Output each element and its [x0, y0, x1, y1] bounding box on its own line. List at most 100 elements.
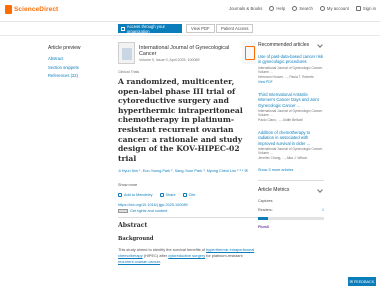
recommended-article-authors: Hermann Hoover, ..., Paula T. Roberts — [258, 74, 314, 79]
access-label: Access through your organization — [126, 23, 165, 34]
plumx-logo: PlumX — [258, 224, 270, 229]
captures-label: Captures — [258, 198, 273, 203]
add-to-mendeley-button[interactable]: Add to Mendeley — [118, 193, 153, 197]
recommended-article: Third International Aristotle Women's Ca… — [258, 92, 324, 122]
abstract-text-2: (HIPEC) after — [142, 252, 169, 258]
sign-in-link[interactable]: Sign in — [355, 6, 376, 11]
search-link[interactable]: Search — [292, 6, 313, 11]
share-icon — [159, 193, 164, 197]
readers-bar — [258, 216, 324, 220]
share-button[interactable]: Share — [159, 193, 176, 197]
journal-name-link[interactable]: International Journal of Gynecological C… — [139, 45, 238, 57]
outline-link-abstract[interactable]: Abstract — [48, 56, 108, 61]
recommended-article-journal: International Journal of Gynecologic Can… — [258, 147, 323, 156]
readers-bar-fill — [258, 216, 268, 220]
patient-access-label: Patient Access — [221, 26, 249, 31]
cite-button[interactable]: Cite — [182, 193, 196, 197]
article-outline-sidebar: Article preview Abstract Section snippet… — [48, 45, 108, 82]
article-metrics-header[interactable]: Article Metrics — [258, 187, 324, 193]
sidebar-title: Article preview — [48, 45, 81, 51]
right-divider — [258, 180, 324, 181]
journals-books-link[interactable]: Journals & Books — [229, 6, 262, 11]
feedback-label: FEEDBACK — [353, 279, 375, 284]
journal-header: International Journal of Gynecological C… — [118, 42, 256, 66]
abstract-text-4: . — [159, 258, 162, 264]
feedback-button[interactable]: ✉ FEEDBACK — [348, 277, 376, 286]
quote-icon — [182, 193, 187, 197]
recommended-article-journal: International Journal of Gynecologic Can… — [258, 65, 323, 74]
plumx-row[interactable]: PlumX — [258, 225, 324, 229]
cite-label: Cite — [188, 193, 196, 197]
patient-access-button[interactable]: Patient Access — [216, 24, 254, 33]
doi-link[interactable]: https://doi.org/10.1016/j.ijgc.2025.1000… — [118, 203, 188, 207]
view-pdf-label: View PDF — [191, 26, 210, 31]
section-divider — [118, 217, 258, 218]
top-navigation-bar: ScienceDirect Journals & Books Help Sear… — [0, 0, 380, 22]
account-icon — [319, 6, 325, 11]
outline-link-section-snippets[interactable]: Section snippets — [48, 65, 108, 70]
publisher-logo — [242, 42, 256, 64]
access-through-organization-button[interactable]: Access through your organization — [118, 23, 182, 34]
help-label: Help — [276, 6, 286, 11]
metrics-title: Article Metrics — [258, 186, 290, 193]
sign-in-label: Sign in — [362, 6, 376, 11]
recommended-article: Addition of chemotherapy to radiation in… — [258, 130, 324, 160]
logo-text: ScienceDirect — [14, 6, 59, 13]
article-actions: Add to Mendeley Share Cite — [118, 193, 195, 197]
get-rights-link[interactable]: Get rights and content — [118, 209, 167, 213]
cytoreductive-surgery-topic-link[interactable]: cytoreductive surgery — [168, 253, 205, 258]
abstract-heading: Abstract — [118, 222, 148, 229]
sciencedirect-logo[interactable]: ScienceDirect — [5, 5, 58, 14]
recommended-article-title[interactable]: Use of past-data-based cancer risk in gy… — [258, 54, 324, 65]
recommended-article: Use of past-data-based cancer risk in gy… — [258, 54, 324, 84]
recommended-article-authors: Jennifer Chang, ..., Alka J. Wilson — [258, 156, 308, 161]
add-to-mendeley-label: Add to Mendeley — [124, 193, 153, 197]
header-nav: Journals & Books Help Search My account … — [229, 6, 376, 11]
help-icon — [269, 6, 275, 11]
captures-row: Captures — [258, 199, 324, 203]
view-pdf-button[interactable]: View PDF — [186, 24, 215, 33]
readers-label: Readers: — [258, 207, 273, 212]
show-more-articles-link[interactable]: Show 3 more articles — [258, 168, 324, 172]
recommended-articles-header[interactable]: Recommended articles — [258, 42, 324, 48]
chevron-down-icon — [317, 42, 323, 48]
elsevier-tree-icon — [5, 5, 12, 14]
chat-icon: ✉ — [349, 280, 353, 284]
readers-value: 1 — [322, 207, 324, 212]
search-icon — [292, 6, 298, 11]
creative-commons-icon — [118, 209, 128, 213]
outline-link-references[interactable]: References (22) — [48, 73, 108, 78]
readers-row: Readers: 1 — [258, 208, 324, 212]
recommended-article-title[interactable]: Addition of chemotherapy to radiation in… — [258, 130, 324, 146]
article-action-bar: Access through your organization View PD… — [0, 22, 380, 36]
institution-icon — [355, 6, 361, 11]
journal-info: International Journal of Gynecological C… — [139, 42, 238, 66]
journals-books-label: Journals & Books — [228, 6, 263, 11]
get-rights-label: Get rights and content — [130, 209, 168, 213]
abstract-paragraph: This study aimed to identify the surviva… — [118, 247, 258, 264]
share-label: Share — [165, 193, 176, 197]
search-label: Search — [299, 6, 313, 11]
abstract-text-3: for platinum-resistant — [205, 252, 243, 258]
plus-icon — [118, 193, 122, 197]
abstract-text-1: This study aimed to identify the surviva… — [118, 247, 207, 252]
article-type-label: Clinical Trials — [118, 70, 140, 74]
recommended-article-journal: International Journal of Gynecologic Can… — [258, 109, 323, 118]
my-account-label: My account — [326, 6, 349, 11]
journal-volume[interactable]: Volume 0, Issue 0, April 2025, 100089 — [139, 58, 238, 62]
show-more-toggle[interactable]: Show more — [118, 183, 137, 187]
recommended-title: Recommended articles — [258, 42, 310, 48]
my-account-link[interactable]: My account — [319, 6, 349, 11]
journal-cover-image[interactable] — [118, 42, 135, 64]
recommended-article-authors: Paolo Ciano, ..., Jüdith Bellvall — [258, 118, 303, 123]
help-link[interactable]: Help — [269, 6, 285, 11]
recommended-article-pdf-link[interactable]: View PDF — [258, 80, 324, 84]
recommended-article-title[interactable]: Third International Aristotle Women's Ca… — [258, 92, 324, 108]
ovarian-cancer-topic-link[interactable]: recurrent ovarian cancer — [118, 259, 160, 264]
article-title: A randomized, multicenter, open-label ph… — [118, 77, 243, 163]
chevron-down-icon — [317, 187, 323, 193]
author-list[interactable]: Ji Hyun Kim ¹, Eun-Young Park ², Sang-Yo… — [118, 169, 258, 174]
right-column: Recommended articles Use of past-data-ba… — [258, 42, 324, 234]
background-heading: Background — [118, 236, 154, 242]
institution-icon — [121, 26, 125, 31]
